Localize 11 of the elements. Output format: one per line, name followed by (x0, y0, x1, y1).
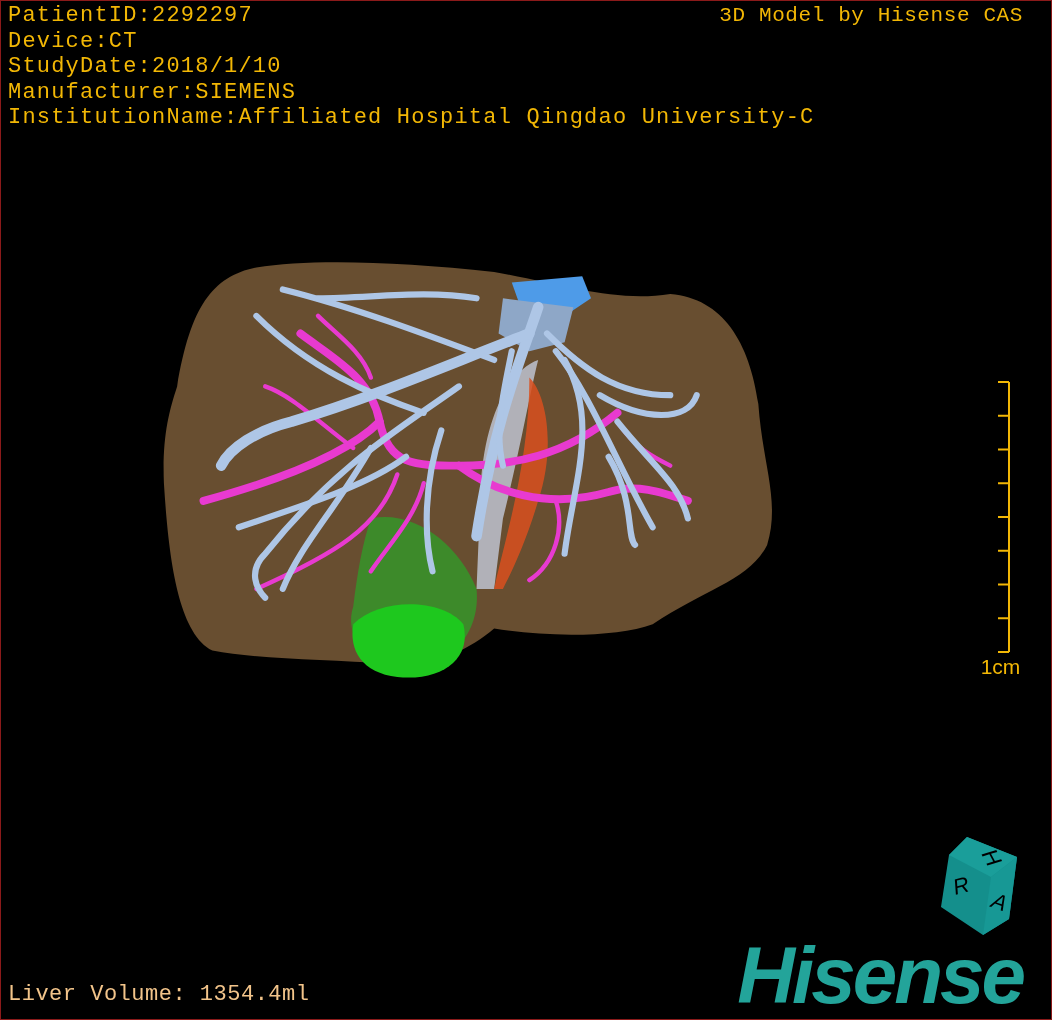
brand-logo: Hisense (737, 939, 1023, 1013)
liver-model-drawing[interactable] (163, 261, 772, 678)
orientation-cube-drawing[interactable]: H R A (939, 835, 1019, 935)
patient-info-text: Device:CT (8, 28, 139, 54)
model-title: 3D Model by Hisense CAS (719, 3, 1023, 29)
patient-info-text: InstitutionName:Affiliated Hospital Qingdao University-C (8, 105, 816, 131)
scale-label: 1cm (980, 654, 1021, 679)
patient-info-text: PatientID:2292297 (8, 3, 253, 29)
patient-info-text: Manufacturer:SIEMENS (8, 79, 298, 105)
liver-volume-text: Liver Volume: 1354.4ml (8, 982, 310, 1007)
patient-info-text: StudyDate:2018/1/10 (8, 54, 283, 80)
